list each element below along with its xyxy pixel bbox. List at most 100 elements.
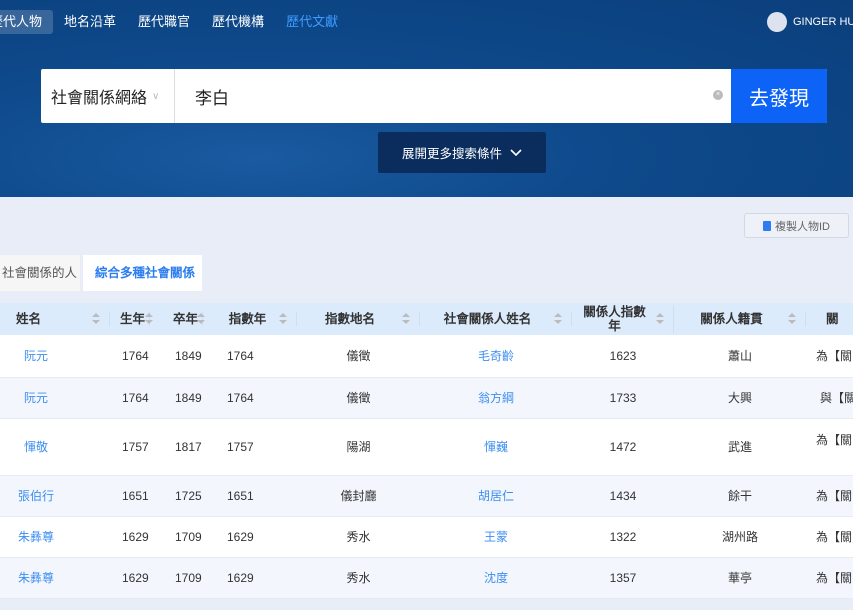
cell-name: 阮元 — [0, 377, 110, 419]
cell-name: 朱彝尊 — [0, 557, 110, 599]
person-link[interactable]: 惲巍 — [484, 440, 508, 454]
person-link[interactable]: 阮元 — [24, 391, 48, 405]
nav-item-texts[interactable]: 歷代文獻 — [275, 10, 349, 34]
cell-index-place: 秀水 — [297, 557, 420, 599]
person-link[interactable]: 朱彝尊 — [18, 571, 54, 585]
header-banner: 歷代人物 地名沿革 歷代職官 歷代機構 歷代文獻 GINGER HU 社會關係網… — [0, 0, 853, 197]
cell-relation-name: 胡居仁 — [420, 475, 572, 517]
sort-icon[interactable] — [656, 313, 664, 325]
sort-icon[interactable] — [402, 313, 410, 325]
nav-item-places[interactable]: 地名沿革 — [53, 10, 127, 34]
nav-item-people[interactable]: 歷代人物 — [0, 10, 54, 34]
copy-person-id-button[interactable]: 複製人物ID — [744, 213, 849, 238]
column-header-index-place[interactable]: 指數地名 — [297, 303, 420, 335]
cell-relation-name: 沈度 — [420, 557, 572, 599]
person-link[interactable]: 惲敬 — [24, 440, 48, 454]
cell-birth-year: 1651 — [110, 475, 163, 517]
cell-relation-origin: 蕭山 — [674, 335, 806, 378]
sort-icon[interactable] — [279, 313, 287, 325]
column-header-relation-index-year[interactable]: 關係人指數年 — [572, 303, 674, 335]
cell-death-year: 1849 — [163, 377, 215, 419]
search-bar: 社會關係網絡 ∨ 李白 × 去發現 — [41, 69, 827, 123]
column-header-index-year[interactable]: 指數年 — [215, 303, 297, 335]
cell-relation: 為【關 — [806, 335, 853, 378]
sort-icon[interactable] — [554, 313, 562, 325]
cell-relation-name: 毛奇齡 — [420, 335, 572, 378]
sort-icon[interactable] — [92, 313, 100, 325]
nav-item-offices[interactable]: 歷代職官 — [127, 10, 201, 34]
result-tabs: 社會關係的人 綜合多種社會關係 — [0, 255, 202, 291]
cell-birth-year: 1629 — [110, 516, 163, 558]
person-link[interactable]: 翁方綱 — [478, 391, 514, 405]
column-header-label: 關係人籍貫 — [674, 312, 806, 326]
cell-relation-origin: 武進 — [674, 418, 806, 476]
table-row: 阮元 1764 1849 1764 儀徵 毛奇齡 1623 蕭山 為【關 — [0, 335, 853, 378]
cell-relation-origin: 華亭 — [674, 557, 806, 599]
cell-relation-index-year: 1623 — [572, 335, 674, 378]
chevron-down-icon: ∨ — [152, 90, 160, 102]
person-link[interactable]: 毛奇齡 — [478, 349, 514, 363]
search-query: 李白 — [195, 88, 229, 108]
cell-death-year: 1709 — [163, 516, 215, 558]
person-link[interactable]: 阮元 — [24, 349, 48, 363]
cell-relation: 為【關 — [806, 516, 853, 558]
cell-index-place: 儀徵 — [297, 335, 420, 378]
column-header-label: 關 — [826, 312, 839, 326]
tab-related-people[interactable]: 社會關係的人 — [0, 255, 80, 291]
cell-relation-origin: 湖州路 — [674, 516, 806, 558]
sort-icon[interactable] — [197, 313, 205, 325]
person-link[interactable]: 王蒙 — [484, 530, 508, 544]
search-input[interactable]: 李白 × — [175, 69, 731, 123]
table-row: 惲敬 1757 1817 1757 陽湖 惲巍 1472 武進 為【關 — [0, 418, 853, 476]
column-header-birth-year[interactable]: 生年 — [110, 303, 163, 335]
cell-relation-name: 翁方綱 — [420, 377, 572, 419]
table-row: 張伯行 1651 1725 1651 儀封廳 胡居仁 1434 餘干 為【關 — [0, 475, 853, 517]
column-header-name[interactable]: 姓名 — [0, 303, 110, 335]
cell-index-year: 1629 — [215, 516, 297, 558]
cell-relation-name: 惲巍 — [420, 418, 572, 476]
cell-death-year: 1709 — [163, 557, 215, 599]
cell-index-year: 1629 — [215, 557, 297, 599]
cell-relation-index-year: 1733 — [572, 377, 674, 419]
table-row: 朱彝尊 1629 1709 1629 秀水 王蒙 1322 湖州路 為【關 — [0, 516, 853, 558]
cell-relation: 為【關 — [806, 475, 853, 517]
column-header-death-year[interactable]: 卒年 — [163, 303, 215, 335]
sort-icon[interactable] — [788, 313, 796, 325]
cell-index-place: 儀徵 — [297, 377, 420, 419]
cell-index-place: 儀封廳 — [297, 475, 420, 517]
column-header-relation-origin[interactable]: 關係人籍貫 — [674, 303, 806, 335]
cell-name: 張伯行 — [0, 475, 110, 517]
expand-more-conditions-button[interactable]: 展開更多搜索條件 — [378, 132, 546, 173]
user-menu[interactable]: GINGER HU — [767, 12, 853, 32]
cell-relation-index-year: 1472 — [572, 418, 674, 476]
cell-birth-year: 1764 — [110, 377, 163, 419]
cell-birth-year: 1764 — [110, 335, 163, 378]
cell-relation-index-year: 1357 — [572, 557, 674, 599]
avatar — [767, 12, 787, 32]
cell-index-year: 1651 — [215, 475, 297, 517]
sort-icon[interactable] — [145, 313, 153, 325]
person-link[interactable]: 張伯行 — [18, 489, 54, 503]
clear-icon[interactable]: × — [713, 90, 723, 100]
copy-label: 複製人物ID — [775, 220, 830, 233]
copy-icon — [763, 220, 771, 231]
tab-combined-relations[interactable]: 綜合多種社會關係 — [83, 255, 202, 291]
search-button[interactable]: 去發現 — [731, 69, 827, 123]
cell-relation: 為【關 — [806, 418, 853, 476]
cell-relation: 為【關 — [806, 557, 853, 599]
person-link[interactable]: 胡居仁 — [478, 489, 514, 503]
table-row: 阮元 1764 1849 1764 儀徵 翁方綱 1733 大興 與【關 — [0, 377, 853, 419]
person-link[interactable]: 沈度 — [484, 571, 508, 585]
chevron-down-icon — [510, 148, 522, 156]
cell-birth-year: 1629 — [110, 557, 163, 599]
column-header-relation[interactable]: 關 — [806, 303, 853, 335]
nav-item-institutions[interactable]: 歷代機構 — [201, 10, 275, 34]
column-header-relation-name[interactable]: 社會關係人姓名 — [420, 303, 572, 335]
person-link[interactable]: 朱彝尊 — [18, 530, 54, 544]
cell-death-year: 1849 — [163, 335, 215, 378]
cell-relation-index-year: 1434 — [572, 475, 674, 517]
cell-name: 阮元 — [0, 335, 110, 378]
cell-index-year: 1757 — [215, 418, 297, 476]
top-nav: 歷代人物 地名沿革 歷代職官 歷代機構 歷代文獻 — [0, 10, 349, 34]
search-type-select[interactable]: 社會關係網絡 ∨ — [41, 69, 175, 123]
